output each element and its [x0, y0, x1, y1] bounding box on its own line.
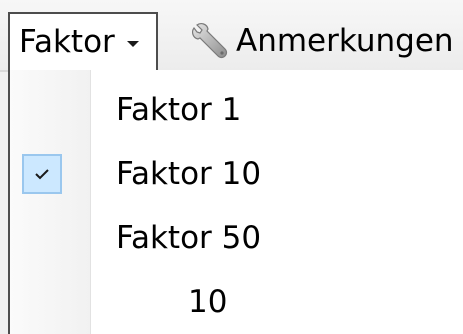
menu-item-label: Faktor 50: [116, 220, 262, 256]
menu-item-faktor-10[interactable]: Faktor 10: [10, 146, 463, 202]
anmerkungen-label: Anmerkungen: [236, 23, 454, 59]
menu-item-faktor-50[interactable]: Faktor 50: [10, 210, 463, 266]
anmerkungen-button[interactable]: Anmerkungen: [188, 16, 454, 66]
faktor-dropdown-menu: Faktor 1 Faktor 10 Faktor 50 10: [8, 70, 463, 334]
chevron-down-icon: [126, 41, 139, 47]
custom-factor-input[interactable]: 10: [116, 270, 316, 334]
custom-factor-value: 10: [188, 284, 228, 320]
app-window: Faktor Anmerkungen Faktor 1 Faktor 10 Fa…: [0, 0, 463, 334]
checkmark-highlight: [22, 154, 62, 194]
menu-item-label: Faktor 10: [116, 156, 262, 192]
menu-item-faktor-1[interactable]: Faktor 1: [10, 82, 463, 138]
faktor-dropdown-button[interactable]: Faktor: [8, 12, 158, 70]
menu-item-label: Faktor 1: [116, 92, 242, 128]
checkmark-icon: [35, 169, 49, 180]
wrench-icon: [192, 23, 228, 59]
faktor-button-label: Faktor: [19, 24, 115, 60]
